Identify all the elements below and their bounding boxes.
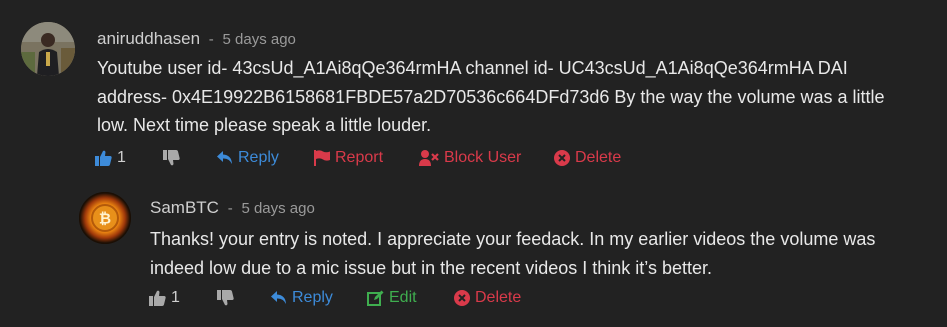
dislike-button[interactable] <box>217 287 234 309</box>
meta-separator: - <box>227 200 233 217</box>
dislike-button[interactable] <box>163 147 180 169</box>
thumbs-down-icon <box>163 150 180 166</box>
reply-label: Reply <box>238 149 279 166</box>
thumbs-down-icon <box>217 290 234 306</box>
meta-separator: - <box>208 31 214 48</box>
comment-text: Thanks! your entry is noted. I appreciat… <box>150 229 876 278</box>
x-circle-icon <box>554 150 570 166</box>
bitcoin-icon: ₿ <box>99 210 111 228</box>
comment-meta: SamBTC - 5 days ago <box>150 198 315 218</box>
comment-meta: aniruddhasen - 5 days ago <box>97 29 296 49</box>
timestamp: 5 days ago <box>222 31 296 48</box>
delete-label: Delete <box>475 289 522 306</box>
like-button[interactable]: 1 <box>149 287 180 309</box>
comment-text: Youtube user id- 43csUd_A1Ai8qQe364rmHA … <box>97 58 885 135</box>
reply-button[interactable]: Reply <box>217 147 279 169</box>
like-button[interactable]: 1 <box>95 147 126 169</box>
delete-label: Delete <box>575 149 622 166</box>
reply-label: Reply <box>292 289 333 306</box>
reply-icon <box>217 151 232 164</box>
avatar[interactable] <box>21 22 75 76</box>
timestamp: 5 days ago <box>241 200 315 217</box>
user-x-icon <box>419 150 439 166</box>
edit-icon <box>367 290 384 306</box>
comment-actions: 1 Reply Report Block User Delete <box>95 147 655 169</box>
avatar[interactable]: ₿ <box>79 192 131 244</box>
author-name[interactable]: aniruddhasen <box>97 29 200 48</box>
author-name[interactable]: SamBTC <box>150 198 219 217</box>
reply-button[interactable]: Reply <box>271 287 333 309</box>
block-user-button[interactable]: Block User <box>419 147 521 169</box>
like-count: 1 <box>171 289 180 306</box>
like-count: 1 <box>117 149 126 166</box>
reply-icon <box>271 291 286 304</box>
delete-button[interactable]: Delete <box>554 147 621 169</box>
thumbs-up-icon <box>95 150 112 166</box>
edit-button[interactable]: Edit <box>367 287 417 309</box>
report-button[interactable]: Report <box>314 147 383 169</box>
edit-label: Edit <box>389 289 417 306</box>
comment-actions: 1 Reply Edit Delete <box>149 287 549 309</box>
delete-button[interactable]: Delete <box>454 287 521 309</box>
x-circle-icon <box>454 290 470 306</box>
thumbs-up-icon <box>149 290 166 306</box>
flag-icon <box>314 150 330 166</box>
report-label: Report <box>335 149 384 166</box>
block-user-label: Block User <box>444 149 522 166</box>
